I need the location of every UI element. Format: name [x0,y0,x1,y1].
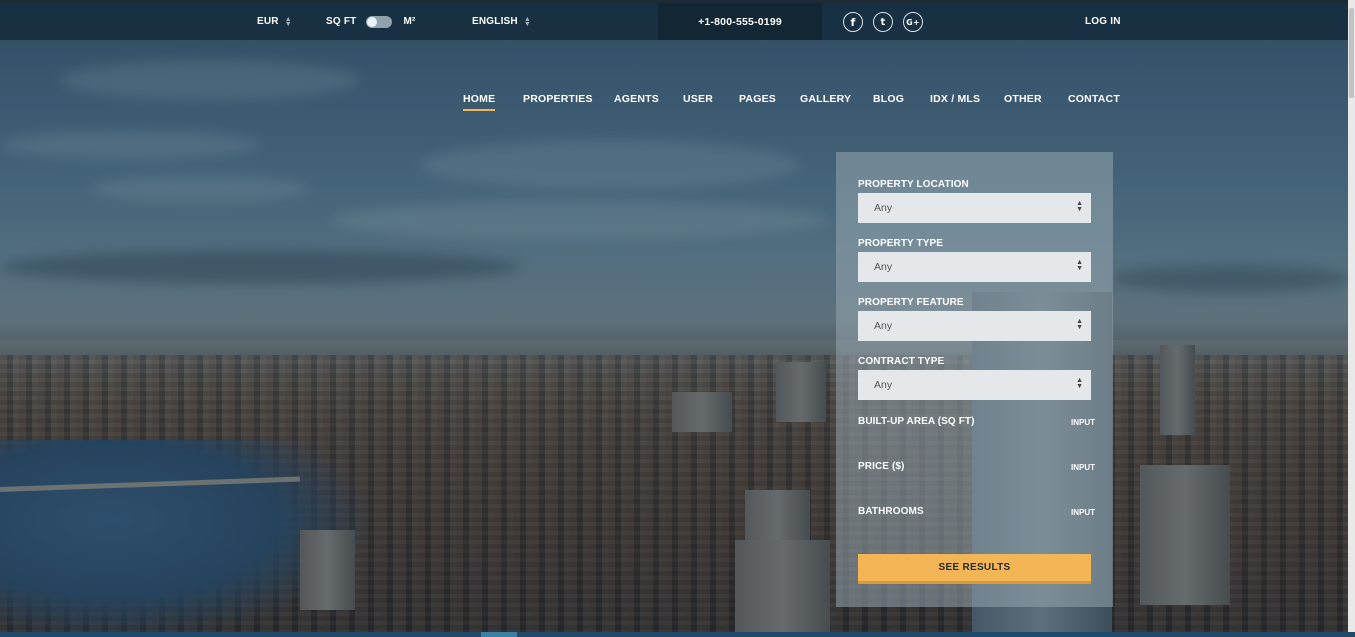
chevron-updown-icon: ▲ ▼ [523,15,531,28]
google-plus-icon[interactable]: G+ [903,12,923,32]
login-text: LOG IN [1085,16,1121,27]
nav-idx-mls[interactable]: IDX / MLS [930,93,980,105]
vertical-scrollbar[interactable] [1348,0,1355,632]
twitter-icon[interactable]: t [873,12,893,32]
google-plus-glyph: G+ [906,17,920,27]
slider-indicator[interactable] [481,632,517,637]
chevron-updown-icon: ▲ ▼ [1076,377,1083,390]
top-bar: EUR ▲ ▼ SQ FT M² ENGLISH ▲ ▼ +1-800-555-01… [0,0,1348,40]
nav-contact[interactable]: CONTACT [1068,93,1120,105]
property-location-label: PROPERTY LOCATION [858,179,969,190]
twitter-glyph: t [880,16,886,28]
unit-switch[interactable]: SQ FT M² [326,3,416,40]
property-type-select[interactable]: Any ▲ ▼ [858,252,1091,282]
bottom-strip [0,632,1355,637]
nav-agents[interactable]: AGENTS [614,93,659,105]
chevron-updown-icon: ▲ ▼ [1076,318,1083,331]
property-feature-value: Any [874,320,893,332]
property-type-value: Any [874,261,893,273]
nav-properties[interactable]: PROPERTIES [523,93,593,105]
unit-toggle[interactable] [366,15,393,28]
nav-gallery[interactable]: GALLERY [800,93,851,105]
phone-number[interactable]: +1-800-555-0199 [658,3,822,40]
property-feature-label: PROPERTY FEATURE [858,297,964,308]
unit-sqft-label: SQ FT [326,16,357,27]
scrollbar-thumb[interactable] [1349,8,1354,98]
property-location-select[interactable]: Any ▲ ▼ [858,193,1091,223]
built-up-area-label: BUILT-UP AREA (SQ FT) [858,416,975,427]
login-link[interactable]: LOG IN [1085,3,1121,40]
nav-user[interactable]: USER [683,93,713,105]
language-selector[interactable]: ENGLISH ▲ ▼ [472,3,531,40]
built-up-area-input[interactable]: INPUT [1071,418,1095,427]
property-type-label: PROPERTY TYPE [858,238,944,249]
price-label: PRICE ($) [858,461,905,472]
bathrooms-input[interactable]: INPUT [1071,508,1095,517]
phone-text: +1-800-555-0199 [698,15,782,28]
bathrooms-label: BATHROOMS [858,506,924,517]
property-feature-select[interactable]: Any ▲ ▼ [858,311,1091,341]
facebook-glyph: f [850,15,856,29]
hero-background [0,0,1355,637]
property-search-panel: PROPERTY LOCATION Any ▲ ▼ PROPERTY TYPE A… [836,152,1113,607]
chevron-updown-icon: ▲ ▼ [1076,200,1083,213]
currency-value: EUR [257,16,279,27]
see-results-button[interactable]: SEE RESULTS [858,554,1091,584]
nav-blog[interactable]: BLOG [873,93,904,105]
currency-selector[interactable]: EUR ▲ ▼ [257,3,292,40]
nav-pages[interactable]: PAGES [739,93,776,105]
contract-type-select[interactable]: Any ▲ ▼ [858,370,1091,400]
property-location-value: Any [874,202,893,214]
chevron-updown-icon: ▲ ▼ [1076,259,1083,272]
nav-home[interactable]: HOME [463,93,496,111]
price-input[interactable]: INPUT [1071,463,1095,472]
nav-other[interactable]: OTHER [1004,93,1042,105]
facebook-icon[interactable]: f [843,12,863,32]
language-value: ENGLISH [472,16,518,27]
contract-type-label: CONTRACT TYPE [858,356,945,367]
chevron-updown-icon: ▲ ▼ [284,15,292,28]
contract-type-value: Any [874,379,893,391]
unit-m2-label: M² [403,16,416,27]
